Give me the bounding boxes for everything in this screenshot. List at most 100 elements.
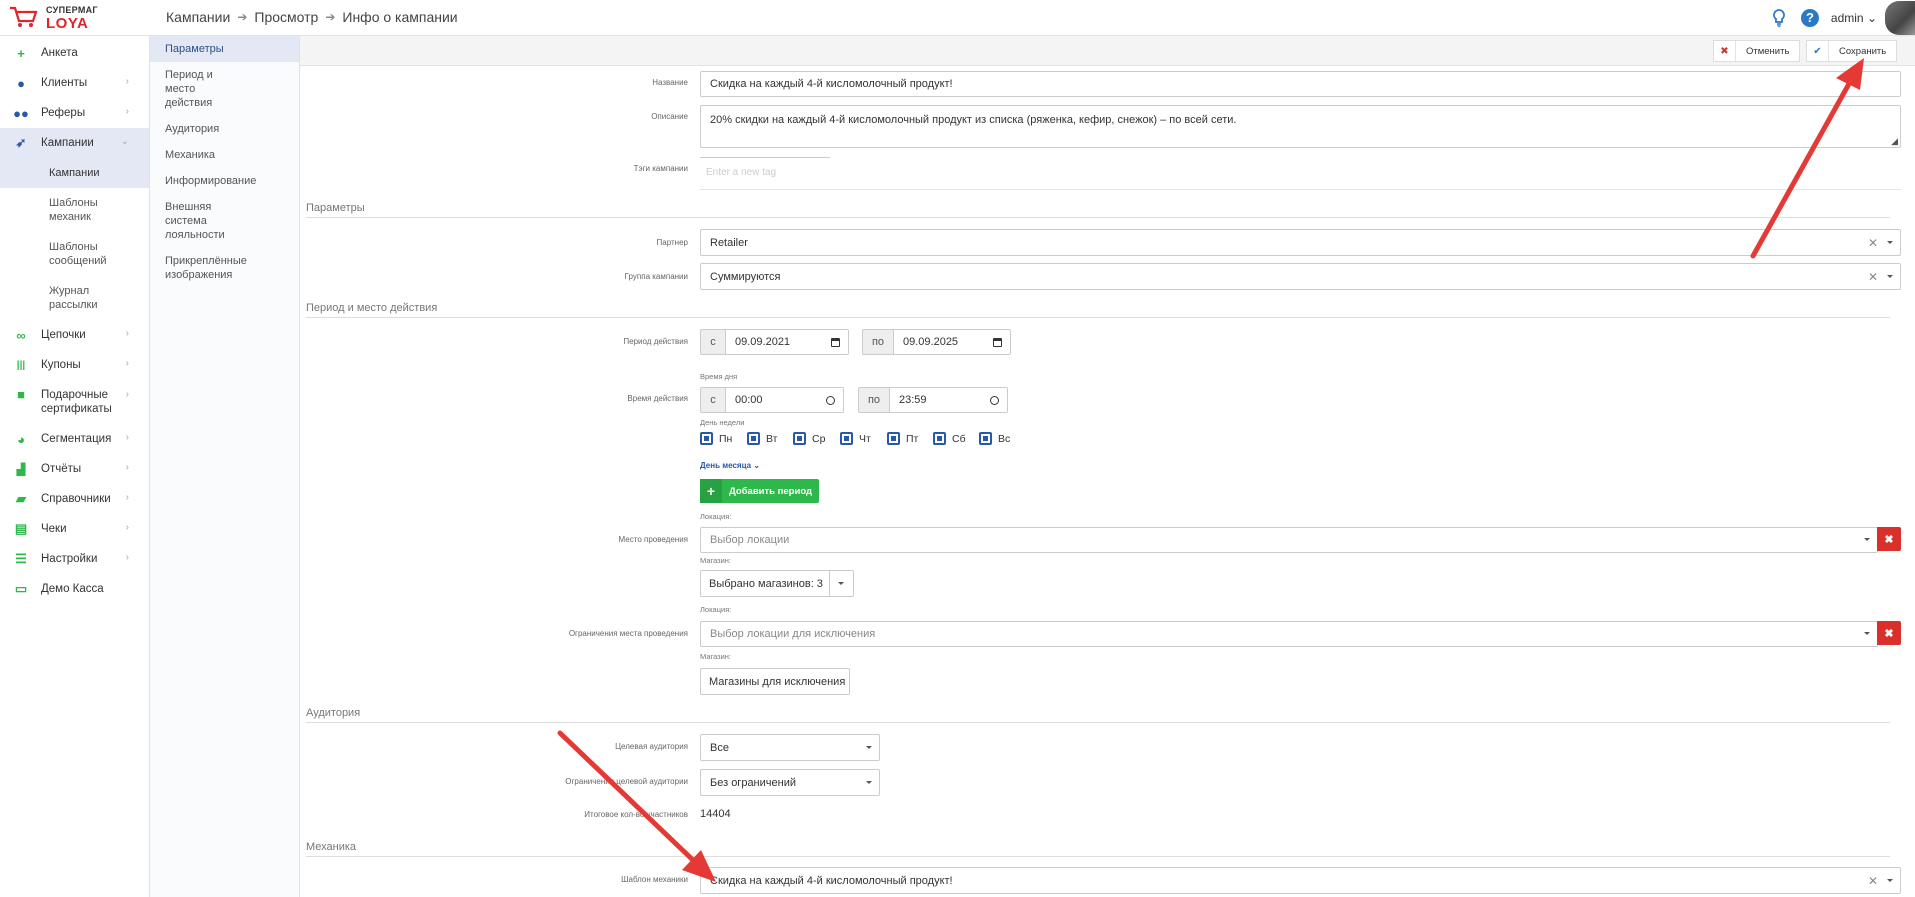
- sidebar-item-label: Купоны: [41, 359, 81, 371]
- weekday-text: Ср: [812, 432, 826, 445]
- check-icon: ✔: [1807, 41, 1829, 61]
- name-input[interactable]: Скидка на каждый 4-й кисломолочный проду…: [700, 71, 1901, 97]
- campaign-group-select[interactable]: Суммируются ✕: [700, 263, 1901, 290]
- sidebar-item-clients[interactable]: ● Клиенты ›: [0, 68, 149, 98]
- date-to-input[interactable]: 09.09.2025: [893, 329, 1011, 355]
- sidebar-item-gift-certificates[interactable]: ■ Подарочные сертификаты ›: [0, 380, 149, 424]
- plus-icon: +: [17, 45, 25, 61]
- user-menu[interactable]: admin ⌄: [1831, 11, 1877, 25]
- weekday-checkbox-sat[interactable]: Сб: [933, 432, 966, 445]
- weekday-checkbox-fri[interactable]: Пт: [887, 432, 918, 445]
- date-from-input[interactable]: 09.09.2021: [725, 329, 849, 355]
- clear-icon[interactable]: ✕: [1868, 270, 1878, 284]
- tab-informing[interactable]: Информирование: [150, 168, 299, 194]
- breadcrumb-item[interactable]: Просмотр: [254, 9, 318, 25]
- place-select[interactable]: Выбор локации: [700, 527, 1878, 553]
- weekday-checkbox-thu[interactable]: Чт: [840, 432, 871, 445]
- partner-label: Партнер: [656, 238, 688, 247]
- sidebar-item-receipts[interactable]: ▤ Чеки ›: [0, 514, 149, 544]
- time-label: Время действия: [627, 394, 688, 403]
- sidebar-item-label: Кампании: [41, 137, 94, 149]
- bar-chart-icon: ▟: [16, 463, 26, 476]
- close-icon: ✖: [1884, 533, 1894, 546]
- remove-restrict-location-button[interactable]: ✖: [1877, 621, 1901, 645]
- action-bar: ✖ Отменить ✔ Сохранить: [300, 36, 1915, 66]
- remove-location-button[interactable]: ✖: [1877, 527, 1901, 551]
- user-name: admin: [1830, 11, 1864, 25]
- sidebar-item-references[interactable]: ▰ Справочники ›: [0, 484, 149, 514]
- close-icon: ✖: [1714, 41, 1736, 61]
- chevron-right-icon: ›: [125, 358, 129, 369]
- sidebar-item-settings[interactable]: ☰ Настройки ›: [0, 544, 149, 574]
- tab-audience[interactable]: Аудитория: [150, 116, 299, 142]
- save-button[interactable]: ✔ Сохранить: [1806, 40, 1898, 62]
- mechanic-template-select[interactable]: Скидка на каждый 4-й кисломолочный проду…: [700, 867, 1901, 894]
- sidebar-item-chains[interactable]: ∞ Цепочки ›: [0, 320, 149, 350]
- campaign-group-label: Группа кампании: [624, 272, 688, 281]
- sidebar-item-anketa[interactable]: + Анкета: [0, 38, 149, 68]
- weekday-checkbox-tue[interactable]: Вт: [747, 432, 777, 445]
- calendar-icon[interactable]: [993, 337, 1002, 347]
- weekday-checkbox-sun[interactable]: Вс: [979, 432, 1010, 445]
- cart-logo-icon: [10, 6, 38, 27]
- resize-handle-icon[interactable]: ◢: [1891, 136, 1898, 147]
- sidebar-item-coupons[interactable]: ||| Купоны ›: [0, 350, 149, 380]
- tags-input[interactable]: Enter a new tag: [700, 157, 830, 187]
- sliders-icon: ☰: [15, 551, 27, 566]
- app-logo[interactable]: СУПЕРМАГ LOYA: [8, 4, 98, 32]
- tab-mechanics[interactable]: Механика: [150, 142, 299, 168]
- tab-period-and-place[interactable]: Период и место действия: [150, 62, 260, 116]
- clear-icon[interactable]: ✕: [1868, 874, 1878, 888]
- stores-dropdown[interactable]: Выбрано магазинов: 3: [700, 570, 854, 597]
- avatar[interactable]: [1885, 1, 1915, 35]
- sidebar-subitem-campaigns[interactable]: Кампании: [0, 158, 149, 188]
- chevron-down-icon: [1887, 274, 1893, 278]
- time-to-input[interactable]: 23:59: [889, 387, 1008, 413]
- chevron-down-icon: [1864, 538, 1870, 541]
- help-icon[interactable]: ?: [1800, 9, 1819, 27]
- weekday-text: Пт: [906, 432, 919, 445]
- cancel-button[interactable]: ✖ Отменить: [1713, 40, 1801, 62]
- tab-external-loyalty[interactable]: Внешняя система лояльности: [150, 194, 260, 248]
- sidebar-item-label: Подарочные сертификаты: [41, 389, 112, 415]
- sidebar-item-demo-cash[interactable]: ▭ Демо Касса: [0, 574, 149, 604]
- sidebar-item-segmentation[interactable]: ◕ Сегментация ›: [0, 424, 149, 454]
- target-audience-value: Все: [710, 741, 729, 754]
- lightbulb-icon[interactable]: [1769, 8, 1789, 28]
- calendar-icon[interactable]: [831, 337, 840, 347]
- sidebar-item-reports[interactable]: ▟ Отчёты ›: [0, 454, 149, 484]
- sidebar-subitem-mailing-log[interactable]: Журнал рассылки: [0, 276, 120, 320]
- month-day-link[interactable]: День месяца ⌄: [700, 461, 760, 470]
- sidebar-item-campaigns[interactable]: ➶ Кампании ⌄: [0, 128, 149, 158]
- checkbox-checked-icon: [933, 432, 946, 445]
- checkbox-checked-icon: [793, 432, 806, 445]
- time-from-addon: с: [700, 387, 726, 413]
- checkbox-checked-icon: [747, 432, 760, 445]
- sidebar-subitem-message-templates[interactable]: Шаблоны сообщений: [0, 232, 120, 276]
- receipt-icon: ▤: [14, 521, 28, 536]
- sidebar-item-label: Настройки: [41, 553, 98, 565]
- exclude-stores-button[interactable]: Магазины для исключения: [700, 668, 850, 695]
- weekday-checkbox-wed[interactable]: Ср: [793, 432, 825, 445]
- time-to-value: 23:59: [899, 394, 927, 406]
- time-from-input[interactable]: 00:00: [725, 387, 844, 413]
- description-textarea[interactable]: 20% скидки на каждый 4-й кисломолочный п…: [700, 105, 1901, 148]
- total-participants-value: 14404: [700, 808, 731, 820]
- clear-icon[interactable]: ✕: [1868, 236, 1878, 250]
- restrict-place-select[interactable]: Выбор локации для исключения: [700, 621, 1878, 647]
- weekday-checkbox-mon[interactable]: Пн: [700, 432, 732, 445]
- tab-attached-images[interactable]: Прикреплённые изображения: [150, 248, 260, 288]
- tags-placeholder: Enter a new tag: [706, 167, 777, 178]
- partner-select[interactable]: Retailer ✕: [700, 229, 1901, 256]
- divider: [700, 189, 1901, 190]
- add-period-button[interactable]: + Добавить период: [700, 479, 820, 503]
- target-audience-select[interactable]: Все: [700, 734, 880, 761]
- tab-parameters[interactable]: Параметры: [150, 36, 299, 62]
- sidebar-item-referrers[interactable]: ●● Реферы ›: [0, 98, 149, 128]
- breadcrumb-item[interactable]: Кампании: [166, 9, 230, 25]
- target-restrict-select[interactable]: Без ограничений: [700, 769, 880, 796]
- clock-icon[interactable]: [990, 395, 999, 405]
- clock-icon[interactable]: [826, 395, 835, 405]
- chevron-right-icon: ›: [125, 389, 129, 400]
- sidebar-subitem-mechanic-templates[interactable]: Шаблоны механик: [0, 188, 120, 232]
